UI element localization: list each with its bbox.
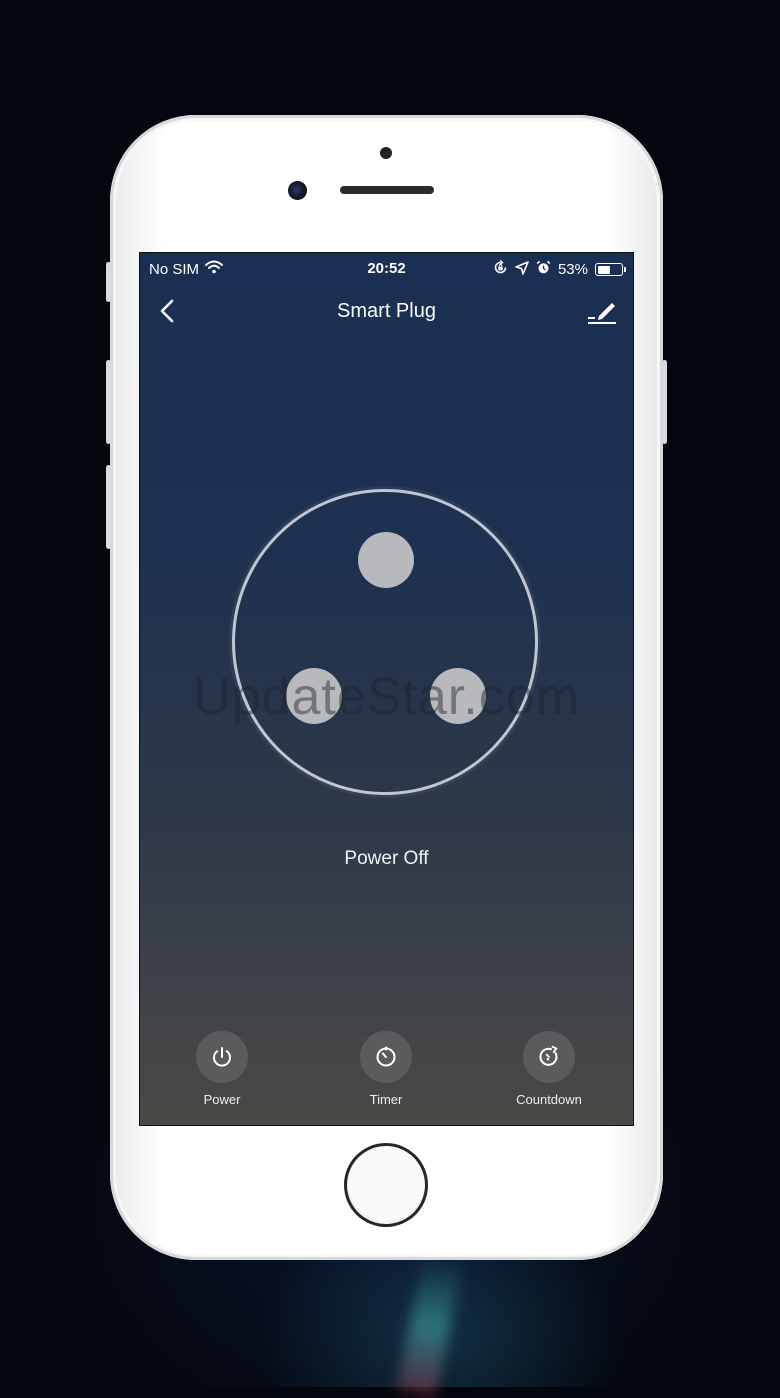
- power-action[interactable]: Power: [167, 1031, 277, 1107]
- power-state-label: Power Off: [344, 848, 429, 869]
- volume-down-button: [106, 465, 111, 549]
- battery-icon: [595, 263, 626, 276]
- timer-label: Timer: [369, 1092, 403, 1107]
- timer-icon: [376, 1046, 396, 1067]
- pencil-icon: [588, 303, 616, 324]
- battery-fill: [597, 265, 610, 274]
- countdown-icon: [539, 1045, 558, 1066]
- front-camera: [288, 181, 307, 200]
- power-button[interactable]: [196, 1031, 248, 1083]
- status-bar: No SIM 20:52 53%: [140, 253, 633, 283]
- countdown-button[interactable]: [523, 1031, 575, 1083]
- sleep-button: [662, 360, 667, 444]
- silent-switch: [106, 262, 111, 302]
- alarm-icon: [536, 260, 551, 279]
- volume-up-button: [106, 360, 111, 444]
- battery-tip: [624, 267, 626, 272]
- edit-button[interactable]: [585, 295, 619, 327]
- power-icon: [213, 1047, 231, 1067]
- watermark: UpdateStar.com: [193, 668, 580, 726]
- nav-bar: Smart Plug: [140, 289, 633, 333]
- timer-action[interactable]: Timer: [331, 1031, 441, 1107]
- status-right: 53%: [493, 259, 626, 279]
- home-button[interactable]: [344, 1143, 428, 1227]
- proximity-sensor: [380, 147, 392, 159]
- rotation-lock-icon: [493, 259, 508, 279]
- action-bar: Power Timer Countdown: [140, 1031, 633, 1111]
- app-screen: No SIM 20:52 53% Smart Plug UpdateStar.c…: [140, 253, 633, 1125]
- timer-button[interactable]: [360, 1031, 412, 1083]
- countdown-label: Countdown: [516, 1092, 582, 1107]
- power-label: Power: [203, 1092, 241, 1107]
- countdown-action[interactable]: Countdown: [494, 1031, 604, 1107]
- location-icon: [515, 260, 529, 279]
- battery-percent: 53%: [557, 261, 588, 278]
- earpiece-speaker: [340, 186, 434, 194]
- page-title: Smart Plug: [337, 300, 436, 322]
- socket-pin-top: [358, 532, 414, 588]
